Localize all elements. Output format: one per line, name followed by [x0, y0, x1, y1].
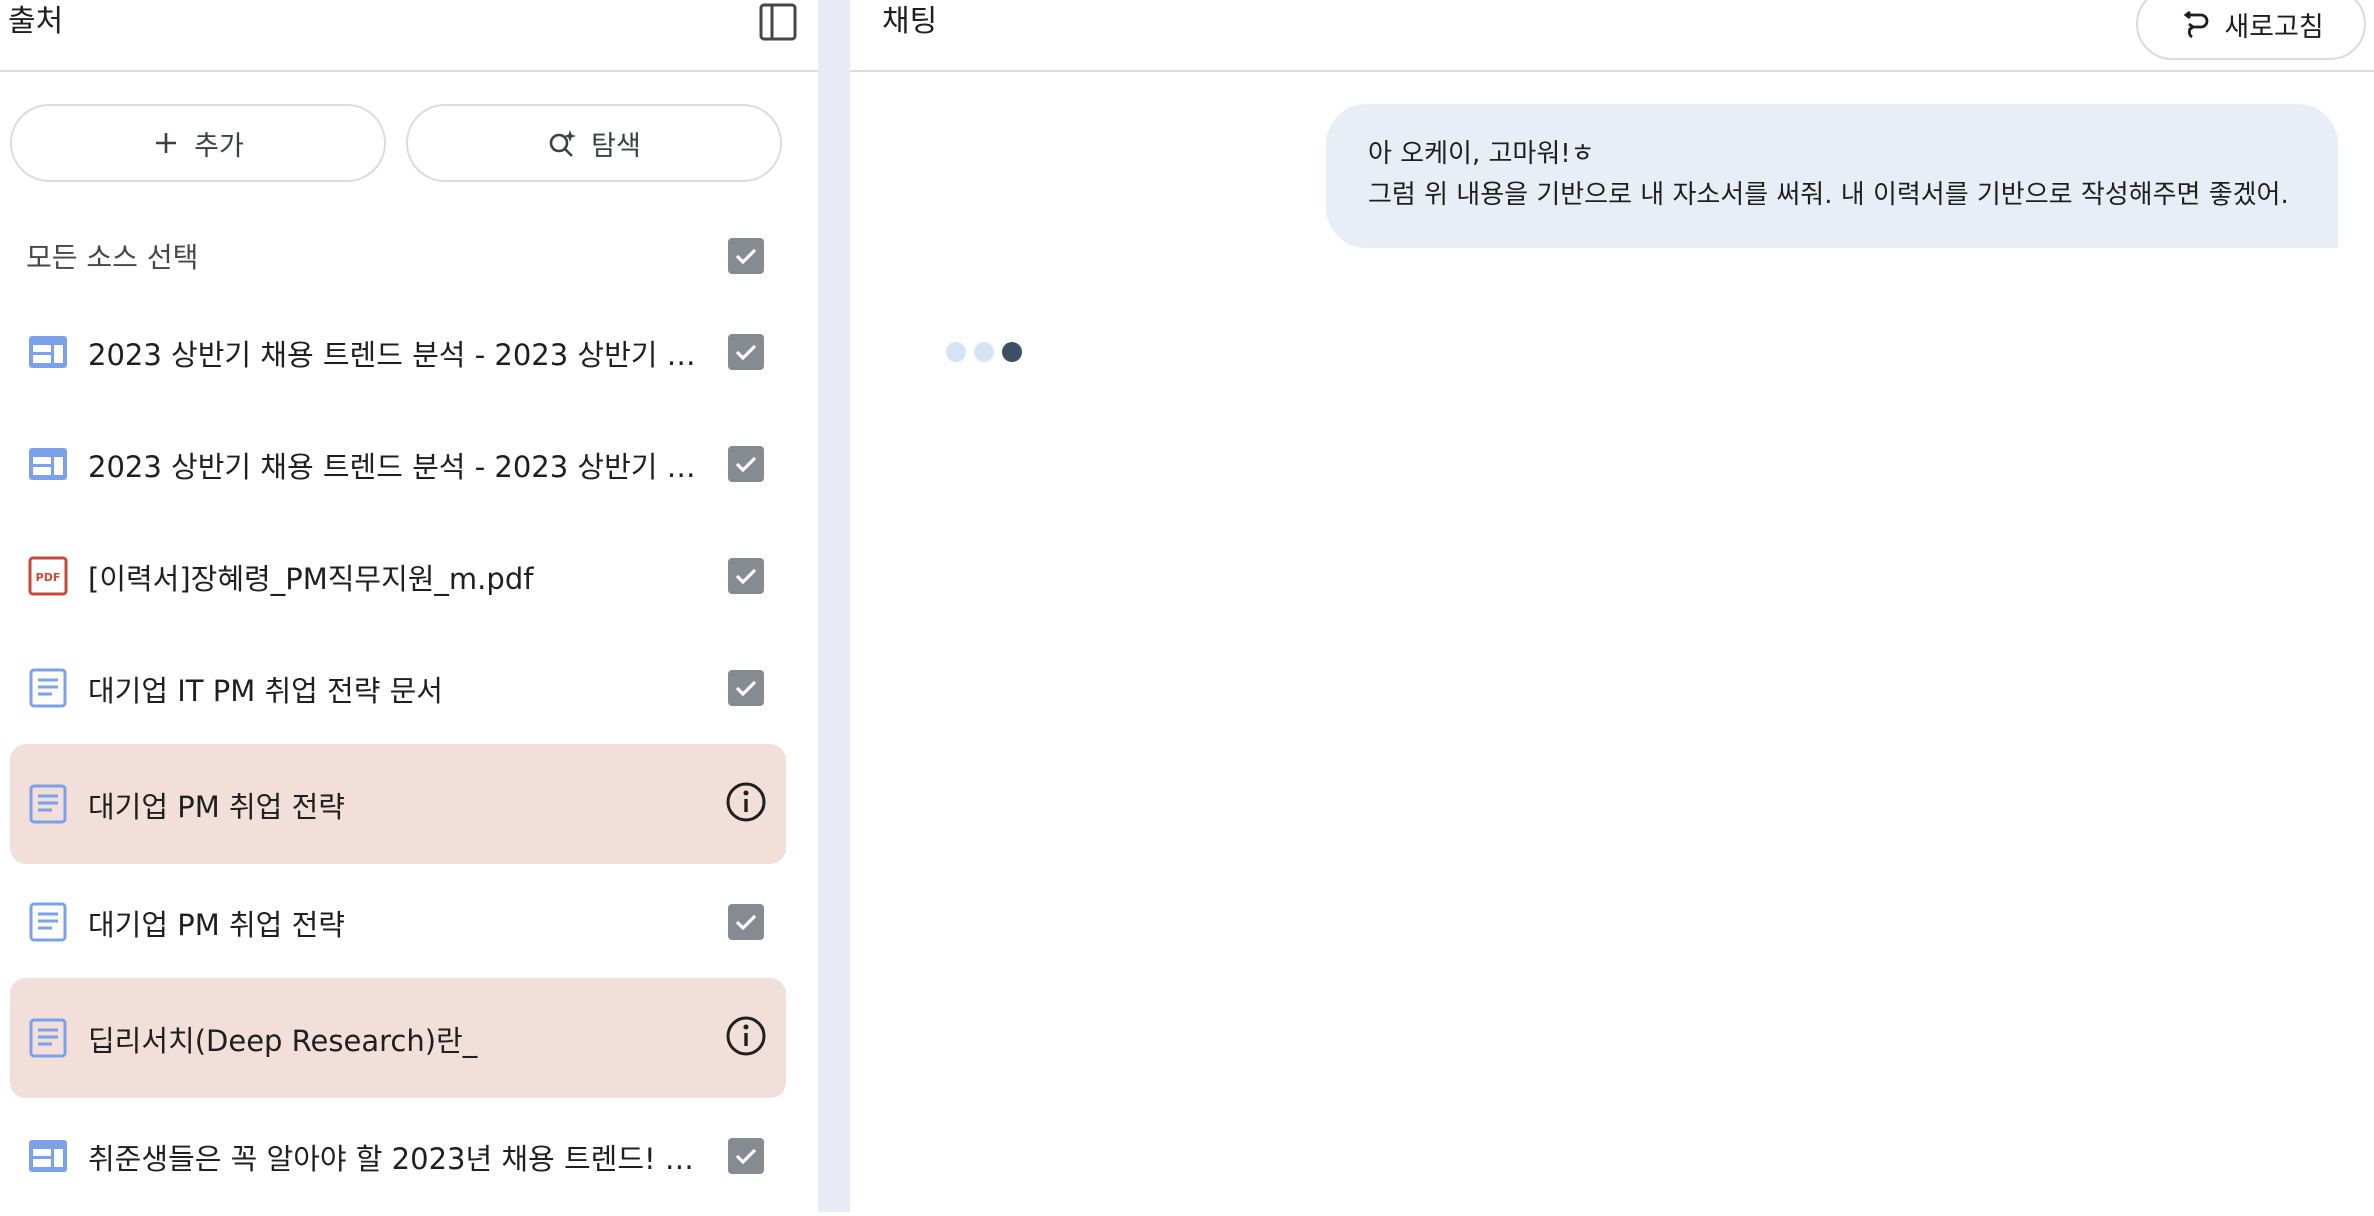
check-icon — [735, 248, 757, 265]
refresh-label: 새로고침 — [2224, 11, 2324, 43]
check-icon — [735, 568, 757, 585]
source-checkbox[interactable] — [728, 558, 764, 594]
info-icon[interactable] — [724, 780, 768, 824]
source-checkbox[interactable] — [728, 446, 764, 482]
check-icon — [735, 680, 757, 697]
web-page-icon — [29, 1140, 67, 1172]
source-item[interactable]: 대기업 PM 취업 전략 — [10, 862, 786, 982]
document-icon — [29, 784, 67, 824]
source-title: 대기업 PM 취업 전략 — [88, 790, 345, 824]
source-checkbox[interactable] — [728, 670, 764, 706]
sources-title: 출처 — [8, 4, 64, 39]
source-title: 대기업 IT PM 취업 전략 문서 — [88, 674, 443, 708]
add-label: 추가 — [194, 130, 244, 162]
select-all-row[interactable]: 모든 소스 선택 — [0, 222, 790, 292]
source-title: 대기업 PM 취업 전략 — [88, 908, 345, 942]
source-title: 2023 상반기 채용 트렌드 분석 - 2023 상반기 채용 — [88, 338, 708, 372]
web-page-icon — [29, 336, 67, 368]
source-item[interactable]: PDF [이력서]장혜령_PM직무지원_m.pdf — [10, 514, 786, 634]
source-title: 취준생들은 꼭 알아야 할 2023년 채용 트렌드! 면접부... — [88, 1142, 708, 1176]
source-item[interactable]: 2023 상반기 채용 트렌드 분석 - 2023 상반기 채용 — [10, 290, 786, 410]
source-checkbox[interactable] — [728, 334, 764, 370]
svg-text:PDF: PDF — [36, 571, 61, 584]
check-icon — [735, 344, 757, 361]
refresh-button[interactable]: 새로고침 — [2136, 0, 2366, 60]
loading-dot — [1002, 342, 1022, 362]
document-icon — [29, 668, 67, 708]
source-checkbox[interactable] — [728, 1138, 764, 1174]
loading-dot — [974, 342, 994, 362]
select-all-label: 모든 소스 선택 — [26, 241, 199, 274]
plus-icon — [156, 133, 177, 153]
sources-panel: 출처 추가 탐색 모든 소스 선택 2023 상반기 채용 트렌드 분석 - 2… — [0, 0, 818, 1212]
check-icon — [735, 914, 757, 931]
loading-dot — [946, 342, 966, 362]
chat-panel: 채팅 새로고침 아 오케이, 고마워!ㅎ 그럼 위 내용을 기반으로 내 자소서… — [850, 0, 2374, 1212]
document-icon — [29, 902, 67, 942]
source-checkbox[interactable] — [728, 904, 764, 940]
chat-title: 채팅 — [882, 4, 938, 39]
check-icon — [735, 456, 757, 473]
select-all-checkbox[interactable] — [728, 238, 764, 274]
source-item[interactable]: 대기업 IT PM 취업 전략 문서 — [10, 626, 786, 746]
source-title: 딥리서치(Deep Research)란_ — [88, 1024, 478, 1058]
user-message: 아 오케이, 고마워!ㅎ 그럼 위 내용을 기반으로 내 자소서를 써줘. 내 … — [1326, 104, 2338, 248]
refresh-icon — [2183, 10, 2209, 39]
source-item[interactable]: 취준생들은 꼭 알아야 할 2023년 채용 트렌드! 면접부... — [10, 1096, 786, 1216]
sidebar-toggle-icon[interactable] — [758, 2, 798, 42]
sources-header: 출처 — [0, 0, 818, 72]
source-title: 2023 상반기 채용 트렌드 분석 - 2023 상반기 채용 — [88, 450, 708, 484]
panel-divider[interactable] — [818, 0, 850, 1212]
web-page-icon — [29, 448, 67, 480]
source-item-error[interactable]: 대기업 PM 취업 전략 — [10, 744, 786, 864]
explore-label: 탐색 — [591, 130, 641, 162]
chat-header: 채팅 새로고침 — [850, 0, 2374, 72]
check-icon — [735, 1148, 757, 1165]
pdf-icon: PDF — [28, 556, 68, 596]
message-line: 아 오케이, 고마워!ㅎ — [1368, 139, 1595, 169]
add-source-button[interactable]: 추가 — [10, 104, 386, 182]
info-icon[interactable] — [724, 1014, 768, 1058]
message-line: 그럼 위 내용을 기반으로 내 자소서를 써줘. 내 이력서를 기반으로 작성해… — [1368, 180, 2289, 210]
search-sparkle-icon — [549, 130, 577, 157]
document-icon — [29, 1018, 67, 1058]
source-item-error[interactable]: 딥리서치(Deep Research)란_ — [10, 978, 786, 1098]
source-title: [이력서]장혜령_PM직무지원_m.pdf — [88, 562, 534, 596]
source-item[interactable]: 2023 상반기 채용 트렌드 분석 - 2023 상반기 채용 — [10, 402, 786, 522]
explore-button[interactable]: 탐색 — [406, 104, 782, 182]
